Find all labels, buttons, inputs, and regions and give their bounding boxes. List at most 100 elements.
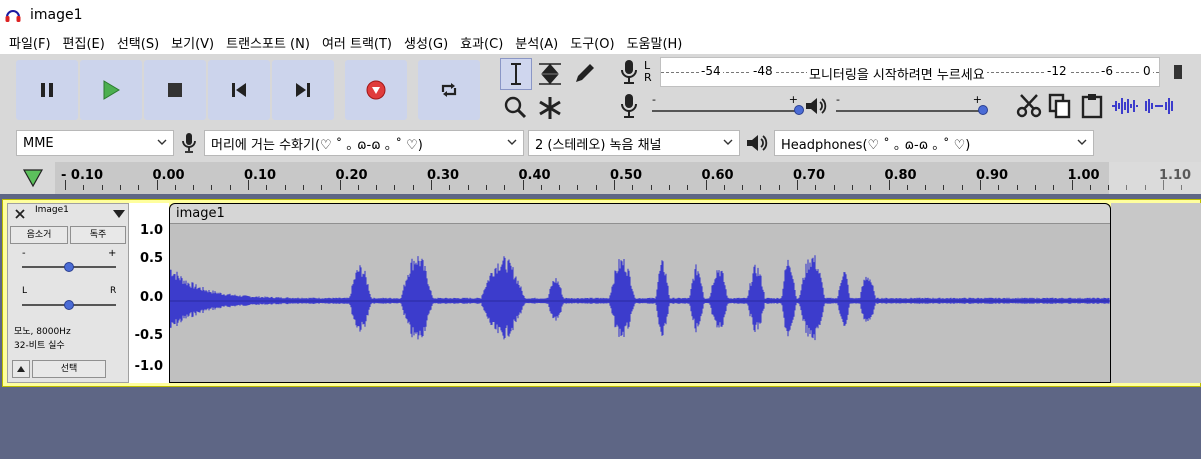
audio-host-select[interactable]: MME: [16, 130, 174, 156]
playback-device-select[interactable]: Headphones(♡ ˚ ｡ ɷ-ɷ ｡ ˚ ♡): [774, 130, 1094, 156]
silence-audio-button[interactable]: [1142, 91, 1176, 121]
timeline-tick: [870, 185, 872, 190]
envelope-tool-button[interactable]: [534, 58, 566, 90]
channel-r-label: R: [644, 71, 652, 84]
zoom-tool-button[interactable]: [500, 92, 532, 124]
timeline-tick: [65, 180, 66, 190]
pan-slider-knob[interactable]: [64, 300, 74, 310]
amp-label-neg05: -0.5: [134, 328, 163, 343]
timeline-tick: [705, 180, 707, 190]
timeline-tick: [449, 185, 451, 190]
timeline-tick: [302, 185, 304, 190]
empty-track-region[interactable]: [1111, 203, 1201, 383]
close-icon: [15, 209, 25, 219]
record-meter[interactable]: -54 -48 모니터링을 시작하려면 누르세요 -12 -6 0: [660, 57, 1160, 87]
recording-device-select[interactable]: 머리에 거는 수화기(♡ ˚ ｡ ɷ-ɷ ｡ ˚ ♡): [204, 130, 524, 156]
timeline-tick: [742, 185, 744, 190]
play-slider-min: -: [836, 93, 840, 106]
meter-grip[interactable]: [1174, 65, 1182, 79]
stop-button[interactable]: [144, 60, 206, 120]
play-slider-track: [836, 110, 982, 112]
skip-start-icon: [232, 83, 246, 97]
timeline-tick: [431, 180, 432, 190]
record-button[interactable]: [345, 60, 407, 120]
menu-transport[interactable]: 트랜스포트 (N): [221, 33, 315, 52]
amp-label-0: 0.0: [139, 290, 163, 305]
timeline-tick: [467, 185, 469, 190]
rec-slider-min: -: [652, 93, 656, 106]
mute-button[interactable]: 음소거: [10, 226, 68, 244]
amp-label-neg1: -1.0: [134, 359, 163, 374]
clip-name[interactable]: image1: [176, 206, 225, 221]
rec-slider-track: [652, 110, 798, 112]
tools-toolbar: [500, 56, 602, 124]
menu-view[interactable]: 보기(V): [166, 33, 219, 52]
cut-button[interactable]: [1014, 91, 1044, 121]
selection-tool-button[interactable]: [500, 58, 532, 90]
recording-channels-value: 2 (스테레오) 녹음 채널: [535, 137, 662, 153]
track-name-menu[interactable]: Image1: [32, 205, 112, 221]
pause-button[interactable]: [16, 60, 78, 120]
triangle-up-icon: [17, 366, 25, 372]
monitor-prompt[interactable]: 모니터링을 시작하려면 누르세요: [807, 64, 987, 83]
skip-to-end-button[interactable]: [272, 60, 334, 120]
playback-volume-slider[interactable]: - +: [828, 91, 988, 121]
collapse-track-button[interactable]: [12, 360, 30, 378]
select-track-button[interactable]: 선택: [32, 360, 106, 378]
audio-host-value: MME: [23, 135, 54, 151]
title-bar: image1: [0, 0, 1201, 30]
recording-volume-icon: [614, 91, 644, 121]
solo-button[interactable]: 독주: [70, 226, 126, 244]
window-title: image1: [30, 7, 83, 23]
menu-generate[interactable]: 생성(G): [399, 33, 453, 52]
timeline-ruler[interactable]: - 0.10 0.00 0.10 0.20 0.30 0.40 0.50 0.60 0.70 0.…: [55, 162, 1201, 194]
play-slider-max: +: [972, 93, 982, 106]
multi-tool-button[interactable]: [534, 92, 566, 124]
menu-tools[interactable]: 도구(O): [565, 33, 619, 52]
timeline-tick: [193, 185, 195, 190]
timeline-tick: [1034, 185, 1036, 190]
record-mic-icon[interactable]: [614, 57, 644, 87]
meter-tick-0: 0: [1141, 64, 1153, 78]
gain-slider-knob[interactable]: [64, 262, 74, 272]
record-meter-toolbar: L R -54 -48 모니터링을 시작하려면 누르세요 -12 -6 0: [614, 56, 1194, 88]
timeline-tick: [943, 185, 945, 190]
menu-file[interactable]: 파일(F): [4, 33, 56, 52]
play-button[interactable]: [80, 60, 142, 120]
gain-max-label: +: [108, 248, 117, 259]
play-icon: [103, 80, 120, 100]
rec-slider-knob[interactable]: [794, 105, 804, 115]
pause-icon: [41, 83, 53, 97]
chevron-down-icon: [723, 139, 733, 145]
playback-volume-icon: [804, 91, 828, 121]
draw-tool-button[interactable]: [568, 58, 600, 90]
edit-toolbar: [1014, 90, 1200, 122]
play-head-button[interactable]: [20, 166, 46, 190]
timeline-tick: [522, 180, 524, 190]
paste-button[interactable]: [1076, 91, 1108, 121]
menu-edit[interactable]: 편집(E): [58, 33, 110, 52]
recording-volume-slider[interactable]: - +: [644, 91, 804, 121]
play-slider-knob[interactable]: [978, 105, 988, 115]
copy-button[interactable]: [1044, 91, 1076, 121]
timeline-tick: [760, 185, 762, 190]
loop-button[interactable]: [418, 60, 480, 120]
menu-tracks[interactable]: 여러 트랙(T): [317, 33, 397, 52]
timeline-tick: [174, 185, 176, 190]
audio-clip[interactable]: image1: [169, 203, 1111, 383]
recording-channels-select[interactable]: 2 (스테레오) 녹음 채널: [528, 130, 740, 156]
trim-audio-button[interactable]: [1108, 91, 1142, 121]
clip-header[interactable]: image1: [170, 204, 1110, 224]
amp-label-1: 1.0: [139, 223, 163, 238]
menu-analyze[interactable]: 분석(A): [510, 33, 563, 52]
track-menu-arrow-icon[interactable]: [112, 208, 126, 220]
skip-to-start-button[interactable]: [208, 60, 270, 120]
amplitude-ruler: 1.0 0.5 0.0 -0.5 -1.0: [129, 203, 169, 383]
menu-effect[interactable]: 효과(C): [455, 33, 508, 52]
menu-select[interactable]: 선택(S): [112, 33, 164, 52]
close-track-button[interactable]: [12, 206, 28, 222]
chevron-down-icon: [507, 139, 517, 145]
waveform[interactable]: [170, 224, 1110, 382]
menu-help[interactable]: 도움말(H): [622, 33, 688, 52]
chevron-down-icon: [1077, 139, 1087, 145]
